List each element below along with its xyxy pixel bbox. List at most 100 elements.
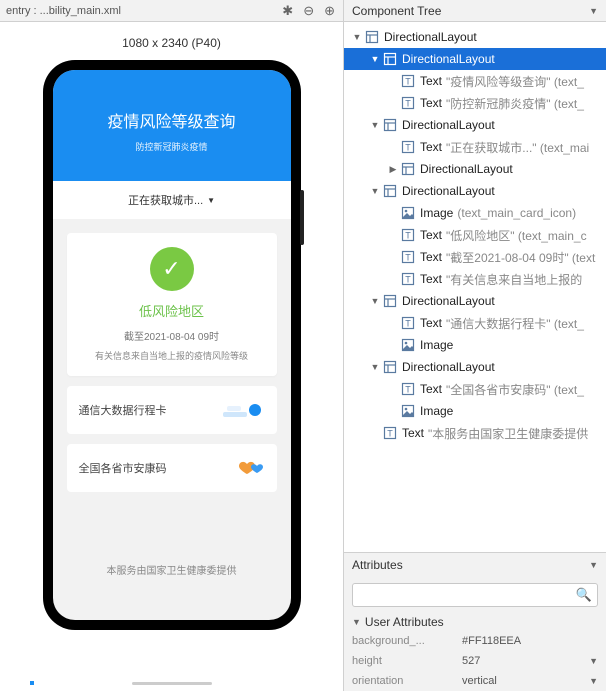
tree-node-label: Text [420, 140, 442, 154]
preview-pane: entry : ...bility_main.xml ✱ ⊖ ⊕ 1080 x … [0, 0, 344, 691]
component-tree[interactable]: ▼DirectionalLayout▼DirectionalLayoutTTex… [344, 22, 606, 552]
attr-key: background_... [352, 635, 462, 647]
search-icon: 🔍 [576, 587, 592, 603]
twisty-icon[interactable]: ▼ [368, 120, 382, 130]
svg-text:T: T [405, 77, 411, 87]
text-icon: T [400, 139, 416, 155]
attribute-row[interactable]: height527▼ [344, 651, 606, 671]
tree-node-extra: "疫情风险等级查询" (text_ [446, 73, 584, 90]
chevron-down-icon: ▼ [589, 6, 598, 16]
health-code-row[interactable]: 全国各省市安康码 [67, 444, 277, 492]
tree-row[interactable]: ▼ DirectionalLayout [344, 290, 606, 312]
svg-text:T: T [405, 143, 411, 153]
tree-row[interactable]: ▼ DirectionalLayout [344, 180, 606, 202]
user-attributes-group[interactable]: ▼ User Attributes [344, 613, 606, 631]
svg-text:T: T [405, 99, 411, 109]
inspector-pane: Component Tree ▼ ▼DirectionalLayout▼Dire… [344, 0, 606, 691]
layout-icon [382, 359, 398, 375]
tree-node-label: DirectionalLayout [402, 184, 495, 198]
tree-row[interactable]: TText"低风险地区" (text_main_c [344, 224, 606, 246]
layout-icon [400, 161, 416, 177]
risk-date: 截至2021-08-04 09时 [77, 328, 267, 343]
overlay-icon[interactable]: ✱ [282, 3, 293, 19]
chevron-down-icon: ▼ [589, 656, 598, 666]
file-tab[interactable]: entry : ...bility_main.xml [4, 5, 282, 17]
twisty-icon[interactable]: ▼ [368, 186, 382, 196]
tree-node-label: Text [420, 382, 442, 396]
city-loading-text: 正在获取城市... [128, 192, 203, 208]
travel-card-row[interactable]: 通信大数据行程卡 [67, 386, 277, 434]
tree-row[interactable]: Image [344, 400, 606, 422]
tree-row[interactable]: T Text "通信大数据行程卡" (text_ [344, 312, 606, 334]
tree-node-label: Text [420, 96, 442, 110]
tree-row[interactable]: TText"防控新冠肺炎疫情" (text_ [344, 92, 606, 114]
tree-node-label: Image [420, 206, 453, 220]
tree-row[interactable]: T Text "全国各省市安康码" (text_ [344, 378, 606, 400]
zoom-in-icon[interactable]: ⊕ [324, 3, 335, 19]
attr-value[interactable]: #FF118EEA [462, 635, 598, 647]
tree-node-extra: "本服务由国家卫生健康委提供 [428, 425, 588, 442]
tree-row[interactable]: ▼DirectionalLayout [344, 114, 606, 136]
attr-value[interactable]: vertical▼ [462, 675, 598, 687]
tree-node-label: Text [420, 250, 442, 264]
device-screen[interactable]: 疫情风险等级查询 防控新冠肺炎疫情 正在获取城市... ▼ ✓ 低风险地区 截至… [53, 70, 291, 620]
device-frame: 疫情风险等级查询 防控新冠肺炎疫情 正在获取城市... ▼ ✓ 低风险地区 截至… [43, 60, 301, 630]
tree-node-extra: "全国各省市安康码" (text_ [446, 381, 584, 398]
preview-bottom-bar [0, 675, 343, 691]
health-code-label: 全国各省市安康码 [79, 460, 167, 476]
chevron-down-icon: ▼ [589, 676, 598, 686]
tree-node-label: DirectionalLayout [402, 294, 495, 308]
svg-text:T: T [405, 231, 411, 241]
tree-row[interactable]: TText"截至2021-08-04 09时" (text [344, 246, 606, 268]
text-icon: T [382, 425, 398, 441]
twisty-icon[interactable]: ▼ [368, 362, 382, 372]
layout-icon [382, 117, 398, 133]
component-tree-title[interactable]: Component Tree ▼ [344, 0, 606, 22]
attributes-title[interactable]: Attributes ▼ [344, 553, 606, 577]
layout-icon [382, 293, 398, 309]
tree-row[interactable]: ▶DirectionalLayout [344, 158, 606, 180]
tree-row[interactable]: Image (text_main_card_icon) [344, 202, 606, 224]
image-icon [400, 337, 416, 353]
footer-note: 本服务由国家卫生健康委提供 [67, 562, 277, 577]
tree-node-label: DirectionalLayout [384, 30, 477, 44]
tree-node-extra: "有关信息来自当地上报的 [446, 271, 582, 288]
attr-value[interactable]: 527▼ [462, 655, 598, 667]
tree-row[interactable]: ▼ DirectionalLayout [344, 26, 606, 48]
tree-row[interactable]: TText"正在获取城市..." (text_mai [344, 136, 606, 158]
tree-row[interactable]: TText"本服务由国家卫生健康委提供 [344, 422, 606, 444]
tree-node-label: Text [420, 316, 442, 330]
tree-node-label: Image [420, 338, 453, 352]
tree-node-extra: "通信大数据行程卡" (text_ [446, 315, 584, 332]
svg-text:T: T [405, 319, 411, 329]
tree-row[interactable]: Image [344, 334, 606, 356]
text-icon: T [400, 381, 416, 397]
svg-text:T: T [387, 429, 393, 439]
app-subtitle: 防控新冠肺炎疫情 [53, 140, 291, 153]
city-bar[interactable]: 正在获取城市... ▼ [53, 181, 291, 219]
twisty-icon[interactable]: ▼ [368, 54, 382, 64]
attribute-row[interactable]: orientationvertical▼ [344, 671, 606, 691]
tree-node-extra: (text_main_card_icon) [457, 206, 576, 220]
layout-icon [364, 29, 380, 45]
attr-key: orientation [352, 675, 462, 687]
twisty-icon[interactable]: ▼ [350, 32, 364, 42]
twisty-icon[interactable]: ▶ [386, 164, 400, 175]
text-icon: T [400, 95, 416, 111]
attributes-panel: Attributes ▼ 🔍 ▼ User Attributes backgro… [344, 552, 606, 691]
tree-row[interactable]: TText"疫情风险等级查询" (text_ [344, 70, 606, 92]
tree-node-label: DirectionalLayout [402, 360, 495, 374]
attribute-row[interactable]: background_...#FF118EEA [344, 631, 606, 651]
svg-text:T: T [405, 385, 411, 395]
check-icon: ✓ [150, 247, 194, 291]
zoom-out-icon[interactable]: ⊖ [303, 3, 314, 19]
attributes-search-input[interactable] [352, 583, 598, 607]
tree-node-extra: "低风险地区" (text_main_c [446, 227, 587, 244]
tree-row[interactable]: ▼ DirectionalLayout [344, 356, 606, 378]
svg-text:T: T [405, 253, 411, 263]
tree-row[interactable]: ▼DirectionalLayout [344, 48, 606, 70]
tree-row[interactable]: TText"有关信息来自当地上报的 [344, 268, 606, 290]
twisty-icon[interactable]: ▼ [368, 296, 382, 306]
text-icon: T [400, 73, 416, 89]
svg-text:T: T [405, 275, 411, 285]
